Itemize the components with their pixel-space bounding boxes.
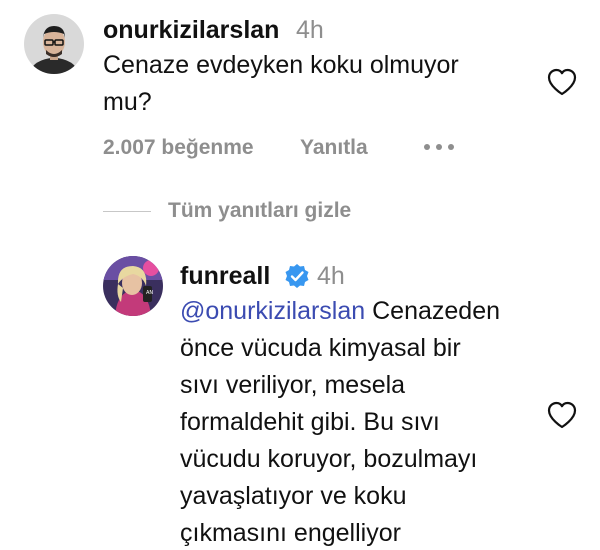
- verified-badge-icon: [285, 264, 309, 288]
- replies-divider: [103, 211, 151, 212]
- comment-text: Cenaze evdeyken koku olmuyor mu?: [103, 47, 543, 121]
- avatar[interactable]: AN: [103, 256, 163, 316]
- reply-text-line: @onurkizilarslan Cenazeden: [180, 293, 550, 330]
- like-heart-icon[interactable]: [547, 401, 577, 429]
- reply-button[interactable]: Yanıtla: [300, 136, 368, 160]
- hide-replies-button[interactable]: Tüm yanıtları gizle: [168, 199, 351, 223]
- comment-thread: onurkizilarslan 4h Cenaze evdeyken koku …: [0, 0, 600, 550]
- like-heart-icon[interactable]: [547, 68, 577, 96]
- reply-text: @onurkizilarslan Cenazeden önce vücuda k…: [180, 293, 550, 550]
- comment-time: 4h: [296, 16, 324, 44]
- more-dot: [436, 144, 442, 150]
- comment-text-line: mu?: [103, 88, 152, 116]
- reply-text-line: formaldehit gibi. Bu sıvı: [180, 408, 440, 436]
- reply-text-line: sıvı veriliyor, mesela: [180, 371, 406, 399]
- comment-username[interactable]: onurkizilarslan: [103, 16, 279, 45]
- reply-text-fragment: Cenazeden: [372, 297, 501, 325]
- likes-count[interactable]: 2.007 beğenme: [103, 136, 254, 160]
- mention-link[interactable]: @onurkizilarslan: [180, 297, 365, 325]
- reply-text-line: çıkmasını engelliyor: [180, 519, 401, 547]
- reply-text-line: yavaşlatıyor ve koku: [180, 482, 407, 510]
- reply-text-line: önce vücuda kimyasal bir: [180, 334, 461, 362]
- reply-time: 4h: [317, 262, 345, 290]
- more-dot: [448, 144, 454, 150]
- avatar[interactable]: [24, 14, 84, 74]
- reply-text-line: vücudu koruyor, bozulmayı: [180, 445, 478, 473]
- more-options-icon[interactable]: [424, 144, 454, 150]
- comment-text-line: Cenaze evdeyken koku olmuyor: [103, 51, 459, 79]
- more-dot: [424, 144, 430, 150]
- reply-username[interactable]: funreall: [180, 262, 270, 291]
- svg-text:AN: AN: [146, 290, 153, 296]
